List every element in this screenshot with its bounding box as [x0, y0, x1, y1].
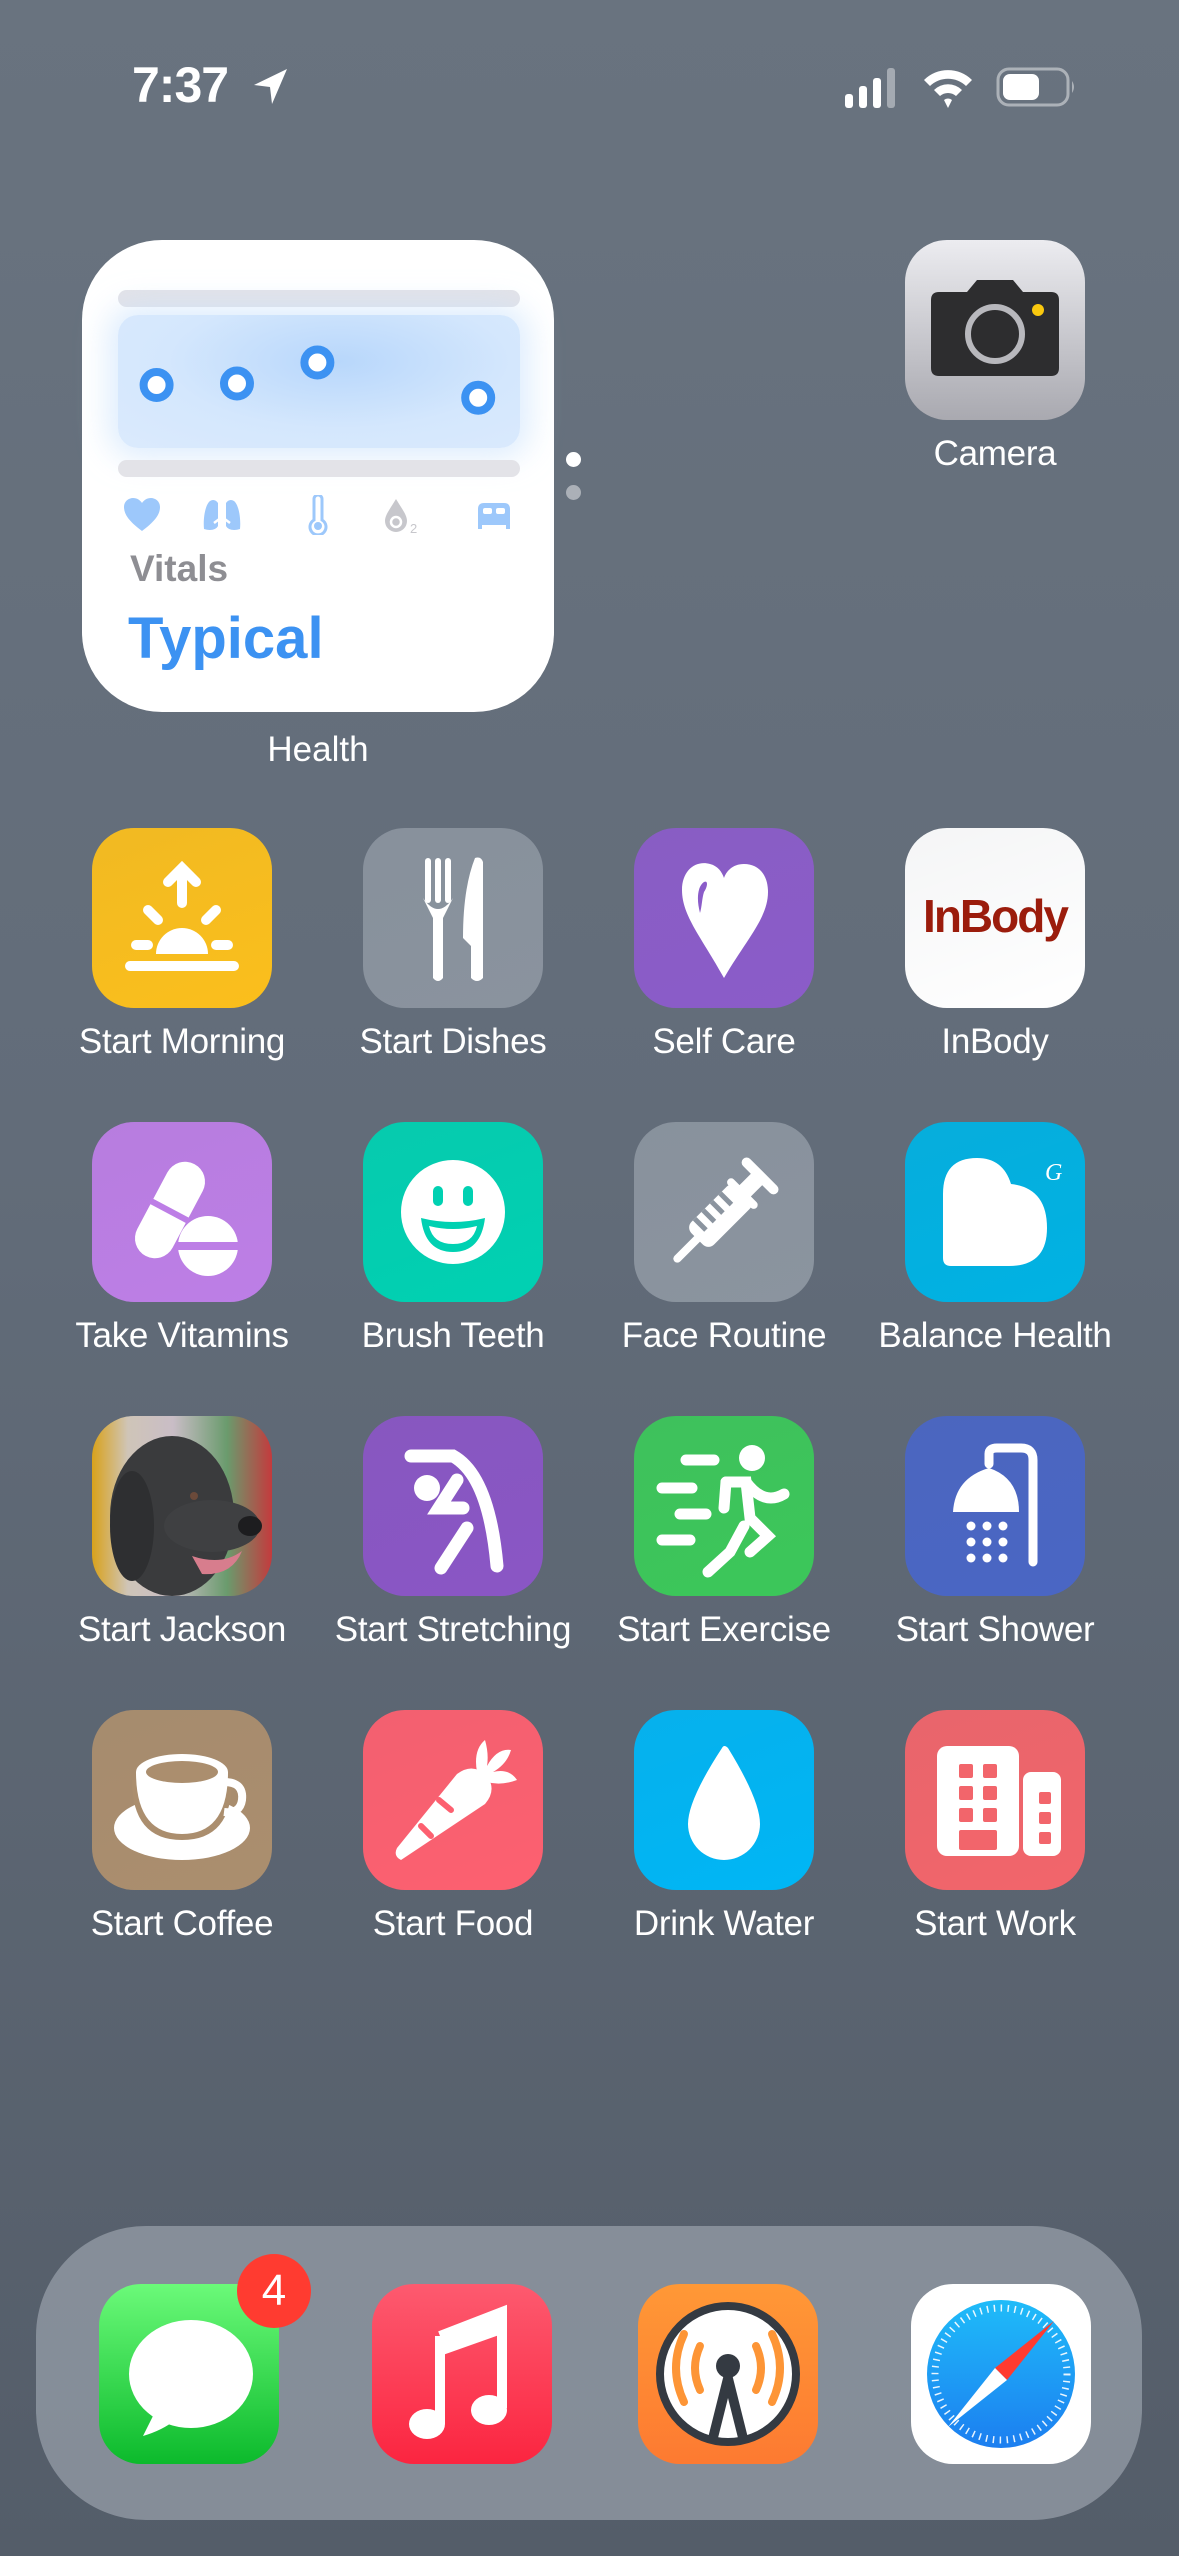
widget-upper-band [118, 290, 520, 307]
app-label: Start Dishes [359, 1022, 547, 1061]
shower-icon [905, 1416, 1085, 1596]
app-self-care[interactable]: Self Care [604, 828, 844, 1062]
battery-level [1003, 74, 1039, 100]
heart-icon [634, 828, 814, 1008]
blood-oxygen-icon: 2 [385, 499, 417, 535]
syringe-icon [634, 1122, 814, 1302]
coffee-cup-icon [92, 1710, 272, 1890]
dock [36, 2226, 1142, 2520]
app-label: Start Coffee [90, 1904, 274, 1943]
app-camera[interactable]: Camera [875, 240, 1115, 474]
status-time: 7:37 [132, 57, 229, 113]
app-label: Take Vitamins [75, 1316, 289, 1355]
app-label: Self Care [652, 1022, 796, 1061]
widget-lower-band [118, 460, 520, 477]
app-take-vitamins[interactable]: Take Vitamins [62, 1122, 302, 1356]
dog-photo-icon [92, 1416, 272, 1596]
messages-unread-badge: 4 [237, 2254, 311, 2328]
dock-app-safari[interactable] [881, 2284, 1121, 2464]
app-drink-water[interactable]: Drink Water [604, 1710, 844, 1944]
dock-app-music[interactable] [342, 2284, 582, 2464]
widget-label: Vitals [130, 548, 229, 589]
pills-icon [92, 1122, 272, 1302]
lungs-icon [203, 497, 241, 530]
vitals-point-lungs [219, 366, 254, 401]
location-arrow-icon [254, 69, 287, 104]
balance-heart-icon: G [905, 1122, 1085, 1302]
balance-logo-mark: G [1045, 1160, 1062, 1186]
water-drop-icon [634, 1710, 814, 1890]
app-balance-health[interactable]: G Balance Health [875, 1122, 1115, 1356]
widget-app-name: Health [267, 730, 369, 769]
page-dot-1 [566, 452, 581, 467]
app-label: Start Food [372, 1904, 534, 1943]
smiley-face-icon [363, 1122, 543, 1302]
app-label: Face Routine [621, 1316, 827, 1355]
sunrise-icon [92, 828, 272, 1008]
app-label: Start Stretching [334, 1610, 572, 1649]
app-label: Balance Health [878, 1316, 1112, 1355]
app-label: Start Morning [78, 1022, 286, 1061]
bed-icon [478, 503, 510, 529]
app-start-shower[interactable]: Start Shower [875, 1416, 1115, 1650]
safari-compass-icon [911, 2284, 1091, 2464]
app-start-exercise[interactable]: Start Exercise [604, 1416, 844, 1650]
vitals-point-thermometer [300, 345, 335, 380]
app-start-coffee[interactable]: Start Coffee [62, 1710, 302, 1944]
fork-knife-icon [363, 828, 543, 1008]
app-start-work[interactable]: Start Work [875, 1710, 1115, 1944]
camera-icon [905, 240, 1085, 420]
overcast-tower-icon [638, 2284, 818, 2464]
app-brush-teeth[interactable]: Brush Teeth [333, 1122, 573, 1356]
app-label: Start Exercise [617, 1610, 831, 1649]
vitals-metric-icons: 2 [118, 495, 520, 535]
stretching-figure-icon [363, 1416, 543, 1596]
app-label: Drink Water [633, 1904, 815, 1943]
vitals-chart-points [139, 345, 496, 415]
thermometer-icon [308, 495, 328, 535]
music-note-icon [372, 2284, 552, 2464]
wifi-icon [924, 70, 972, 108]
app-label: Start Shower [895, 1610, 1095, 1649]
app-start-food[interactable]: Start Food [333, 1710, 573, 1944]
app-inbody[interactable]: InBody InBody [875, 828, 1115, 1062]
page-dot-2 [566, 485, 581, 500]
vitals-point-bed [461, 380, 496, 415]
health-vitals-widget[interactable]: 2 Vitals Typical [82, 240, 554, 712]
app-start-morning[interactable]: Start Morning [62, 828, 302, 1062]
dock-app-overcast[interactable] [608, 2284, 848, 2464]
carrot-icon [363, 1710, 543, 1890]
app-label: Start Work [914, 1904, 1076, 1943]
battery-icon [996, 67, 1074, 107]
app-label: InBody [941, 1022, 1049, 1061]
heart-icon [124, 498, 160, 531]
app-label: Start Jackson [77, 1610, 287, 1649]
inbody-logo-text: InBody [923, 890, 1069, 942]
vitals-chart [118, 315, 520, 448]
svg-text:2: 2 [410, 521, 417, 535]
app-label: Camera [933, 434, 1057, 473]
app-face-routine[interactable]: Face Routine [604, 1122, 844, 1356]
building-icon [905, 1710, 1085, 1890]
running-figure-icon [634, 1416, 814, 1596]
inbody-logo-icon: InBody [905, 828, 1085, 1008]
app-start-dishes[interactable]: Start Dishes [333, 828, 573, 1062]
app-label: Brush Teeth [361, 1316, 545, 1355]
app-start-stretching[interactable]: Start Stretching [333, 1416, 573, 1650]
app-start-jackson[interactable]: Start Jackson [62, 1416, 302, 1650]
vitals-point-heart [139, 368, 174, 402]
cellular-signal-icon [845, 68, 895, 108]
page-indicator[interactable] [566, 452, 582, 518]
widget-status-value: Typical [128, 606, 324, 671]
